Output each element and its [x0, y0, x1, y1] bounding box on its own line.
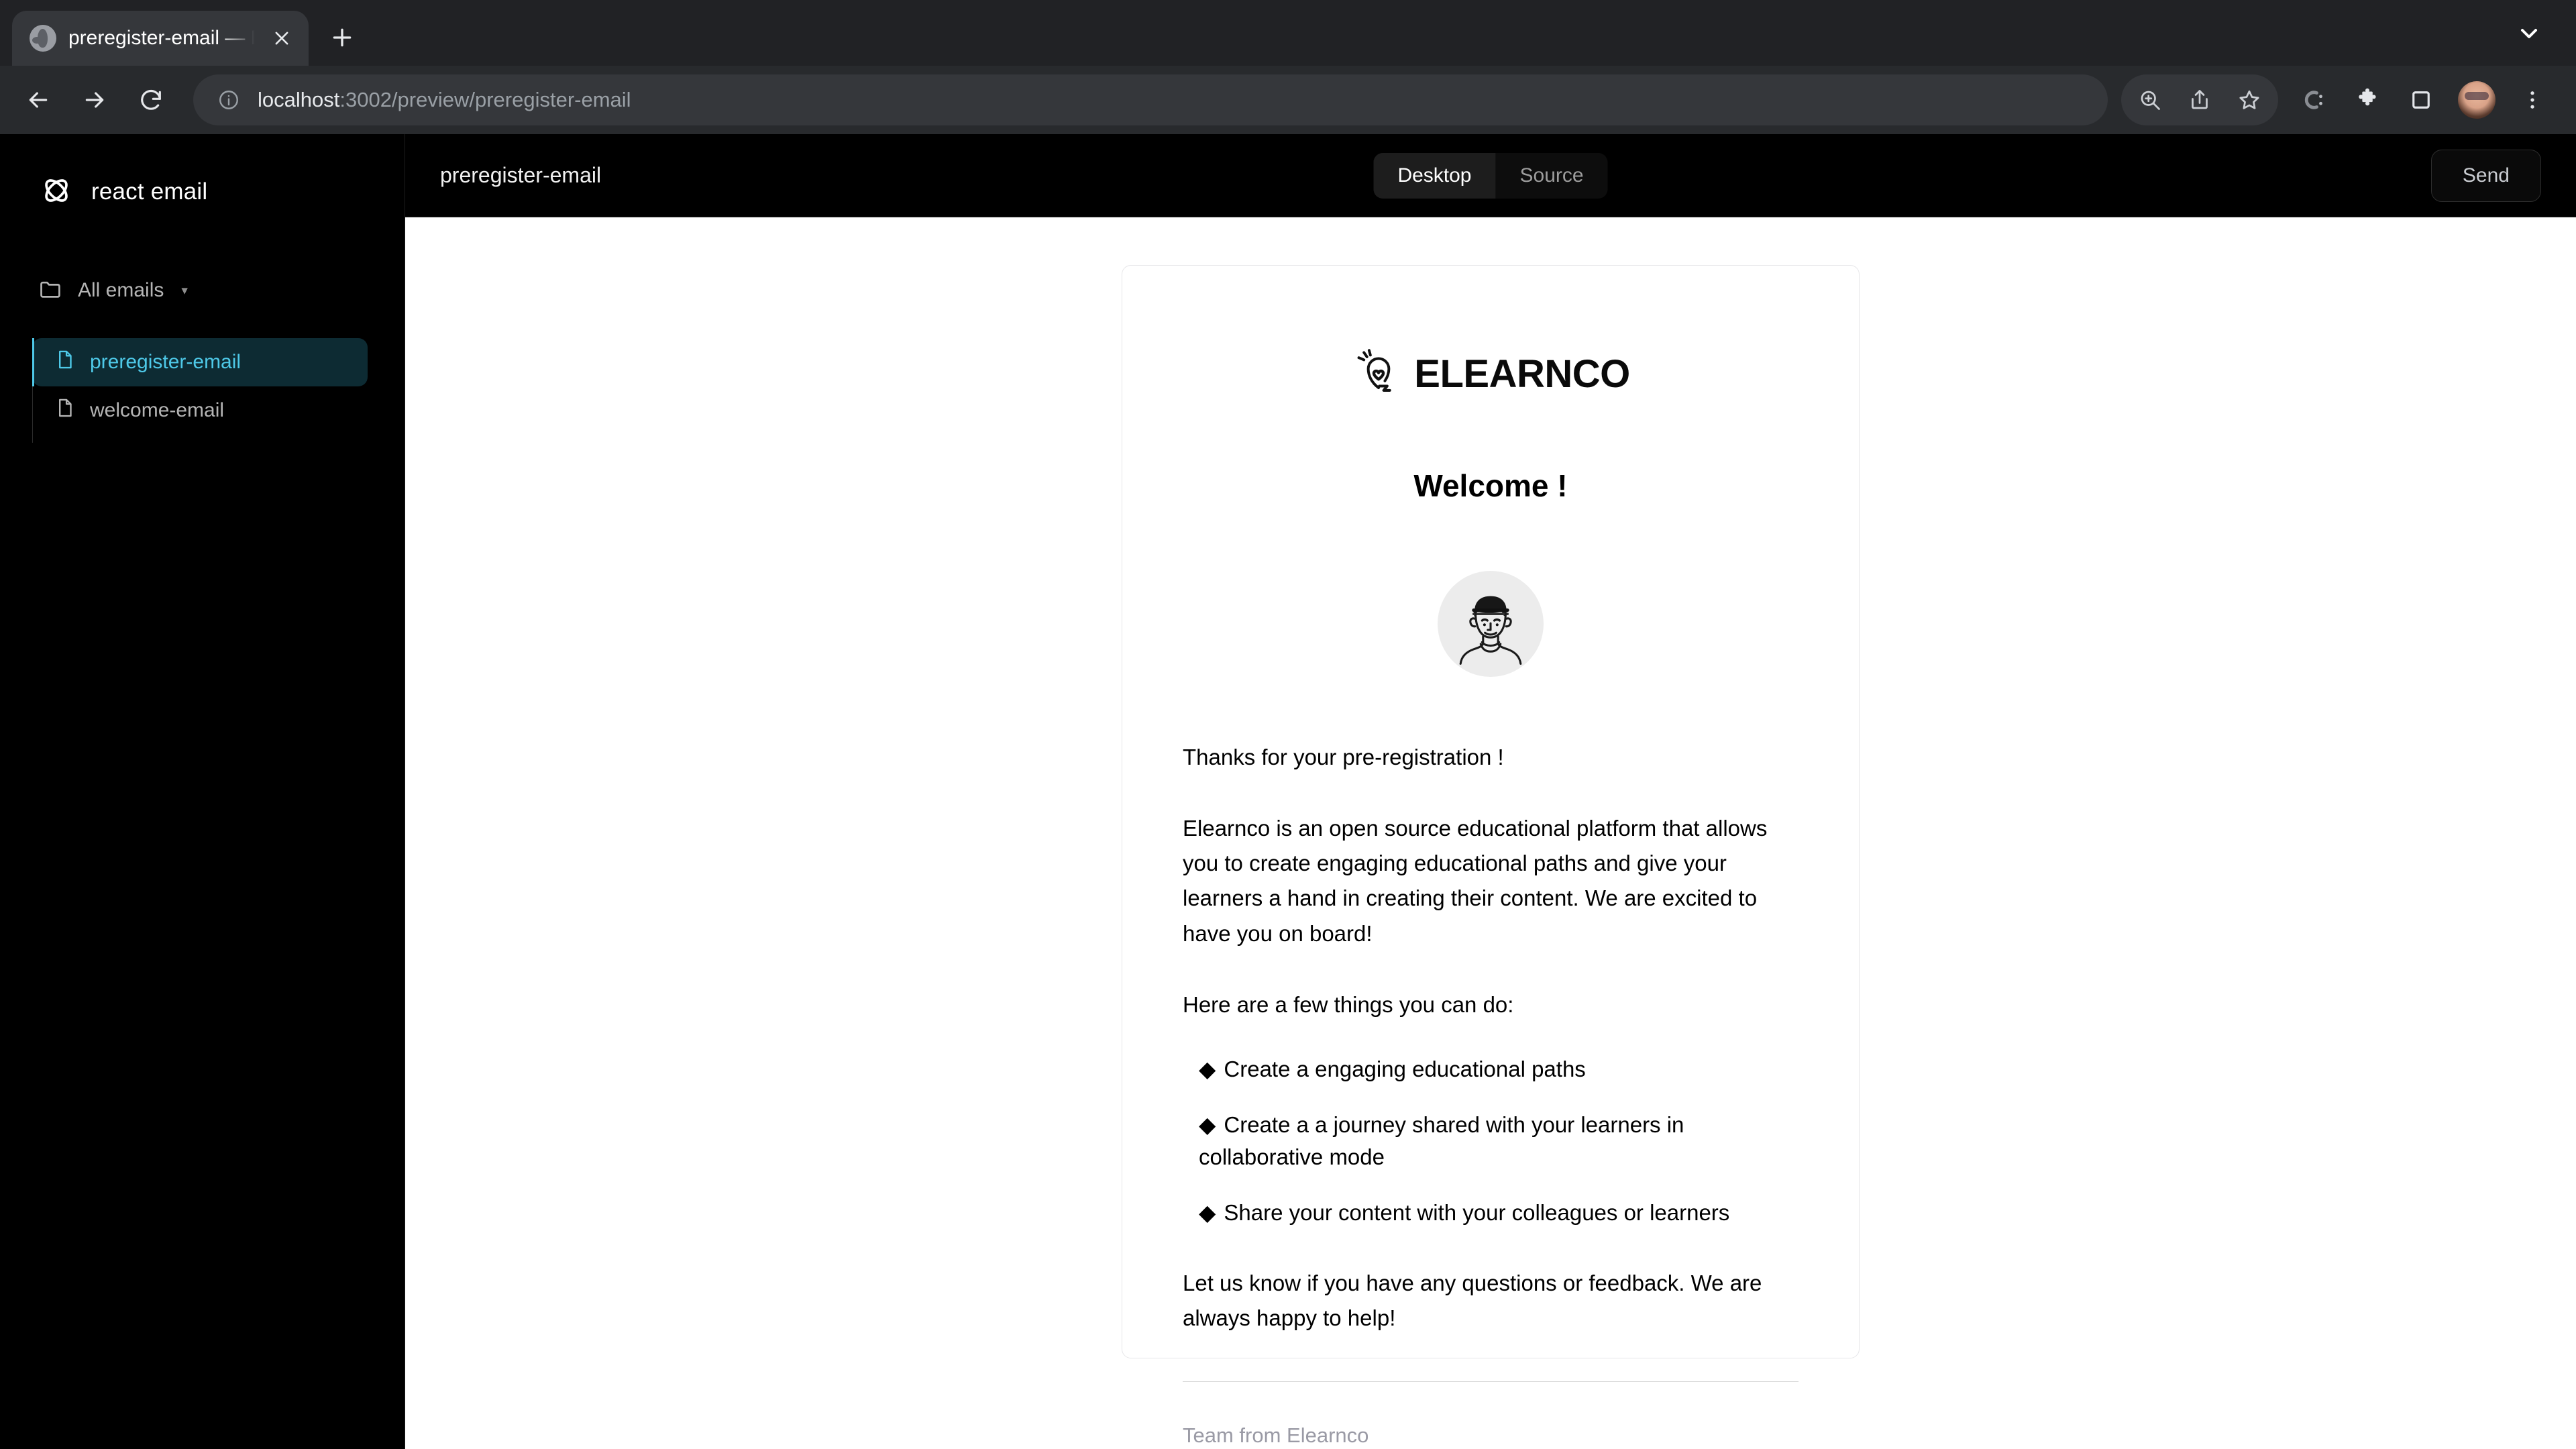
email-card: ELEARNCO Welcome ! Thanks for your pre-r… [1122, 265, 1860, 1447]
list-item: ◆ Create a a journey shared with your lea… [1183, 1109, 1799, 1175]
browser-tab[interactable]: preregister-email — React Email [12, 11, 309, 66]
diamond-bullet-icon: ◆ [1199, 1112, 1216, 1137]
info-circle-icon[interactable] [215, 86, 243, 114]
sidebar-item-label: welcome-email [90, 399, 225, 421]
tab-title: preregister-email — React Email [68, 27, 255, 49]
email-body: Elearnco is an open source educational p… [1183, 816, 1768, 946]
page-title: preregister-email [440, 163, 602, 187]
url-host: localhost [258, 88, 340, 111]
send-button[interactable]: Send [2430, 149, 2541, 202]
file-icon [54, 348, 76, 376]
view-mode-toggle: Desktop Source [1373, 152, 1608, 199]
main-panel: preregister-email Desktop Source Send EL… [405, 134, 2576, 1449]
list-item-label: Create a engaging educational paths [1224, 1056, 1586, 1081]
reload-icon[interactable] [125, 74, 177, 126]
new-tab-button[interactable] [318, 13, 366, 62]
puzzle-icon[interactable] [2343, 75, 2392, 125]
react-email-atom-icon [39, 173, 74, 211]
preview-topbar: preregister-email Desktop Source Send [405, 134, 2576, 217]
globe-icon [30, 25, 56, 52]
star-icon[interactable] [2224, 75, 2274, 125]
list-item-label: Share your content with your colleagues … [1224, 1200, 1730, 1226]
browser-window: preregister-email — React Email local [0, 0, 2576, 1449]
email-feature-list: ◆ Create a engaging educational paths ◆ Cr… [1183, 1053, 1799, 1230]
email-closing: Let us know if you have any questions or… [1183, 1271, 1762, 1331]
zoom-in-icon[interactable] [2125, 75, 2175, 125]
address-bar-text: localhost:3002/preview/preregister-email [258, 88, 631, 112]
sidebar: react email All emails ▾ preregister-ema… [0, 134, 405, 1449]
list-item: ◆ Create a engaging educational paths [1183, 1053, 1799, 1086]
sidebar-item-welcome-email[interactable]: welcome-email [32, 386, 368, 435]
tab-strip: preregister-email — React Email [0, 0, 2576, 66]
email-divider [1183, 1381, 1799, 1383]
elearnco-logo-text: ELEARNCO [1414, 352, 1630, 396]
forward-arrow-icon[interactable] [68, 74, 121, 126]
email-tree: preregister-email welcome-email [0, 338, 405, 443]
omnibox-actions-group [2121, 74, 2278, 125]
diamond-bullet-icon: ◆ [1199, 1200, 1216, 1226]
email-intro: Thanks for your pre-registration ! [1183, 745, 1504, 769]
email-footer: Team from Elearnco [1183, 1424, 1369, 1448]
brand-name: react email [91, 178, 208, 205]
list-item-label: Create a a journey shared with your lear… [1199, 1112, 1684, 1170]
brand[interactable]: react email [0, 134, 405, 215]
email-logo-row: ELEARNCO [1183, 345, 1799, 403]
side-panel-icon[interactable] [2396, 75, 2446, 125]
email-heading: Welcome ! [1413, 468, 1568, 503]
sidebar-item-label: preregister-email [90, 351, 241, 373]
tab-source[interactable]: Source [1495, 152, 1608, 199]
lightbulb-heart-icon [1351, 345, 1406, 403]
file-icon [54, 396, 76, 425]
sidebar-item-preregister-email[interactable]: preregister-email [32, 338, 368, 386]
three-dot-menu-icon[interactable] [2508, 75, 2557, 125]
tab-desktop[interactable]: Desktop [1373, 152, 1496, 199]
close-icon[interactable] [267, 23, 297, 53]
email-list-heading: Here are a few things you can do: [1183, 991, 1514, 1017]
folder-icon [38, 276, 63, 305]
address-bar[interactable]: localhost:3002/preview/preregister-email [193, 74, 2108, 125]
chevron-down-icon[interactable]: ▾ [181, 283, 188, 299]
all-emails-folder[interactable]: All emails ▾ [0, 267, 405, 314]
email-avatar-row [1183, 571, 1799, 677]
avatar[interactable] [2458, 81, 2496, 119]
back-arrow-icon[interactable] [12, 74, 64, 126]
list-item: ◆ Share your content with your colleagues… [1183, 1197, 1799, 1230]
diamond-bullet-icon: ◆ [1199, 1056, 1216, 1081]
url-path: :3002/preview/preregister-email [339, 88, 631, 111]
all-emails-label: All emails [78, 279, 164, 301]
browser-toolbar: localhost:3002/preview/preregister-email [0, 66, 2576, 134]
share-icon[interactable] [2175, 75, 2224, 125]
email-preview-area: ELEARNCO Welcome ! Thanks for your pre-r… [405, 217, 2576, 1449]
elearnco-logo: ELEARNCO [1351, 345, 1630, 403]
chevron-down-icon[interactable] [2505, 9, 2553, 58]
person-illustration-icon [1438, 571, 1544, 677]
react-email-app: react email All emails ▾ preregister-ema… [0, 134, 2576, 1449]
color-picker-icon[interactable] [2289, 75, 2339, 125]
